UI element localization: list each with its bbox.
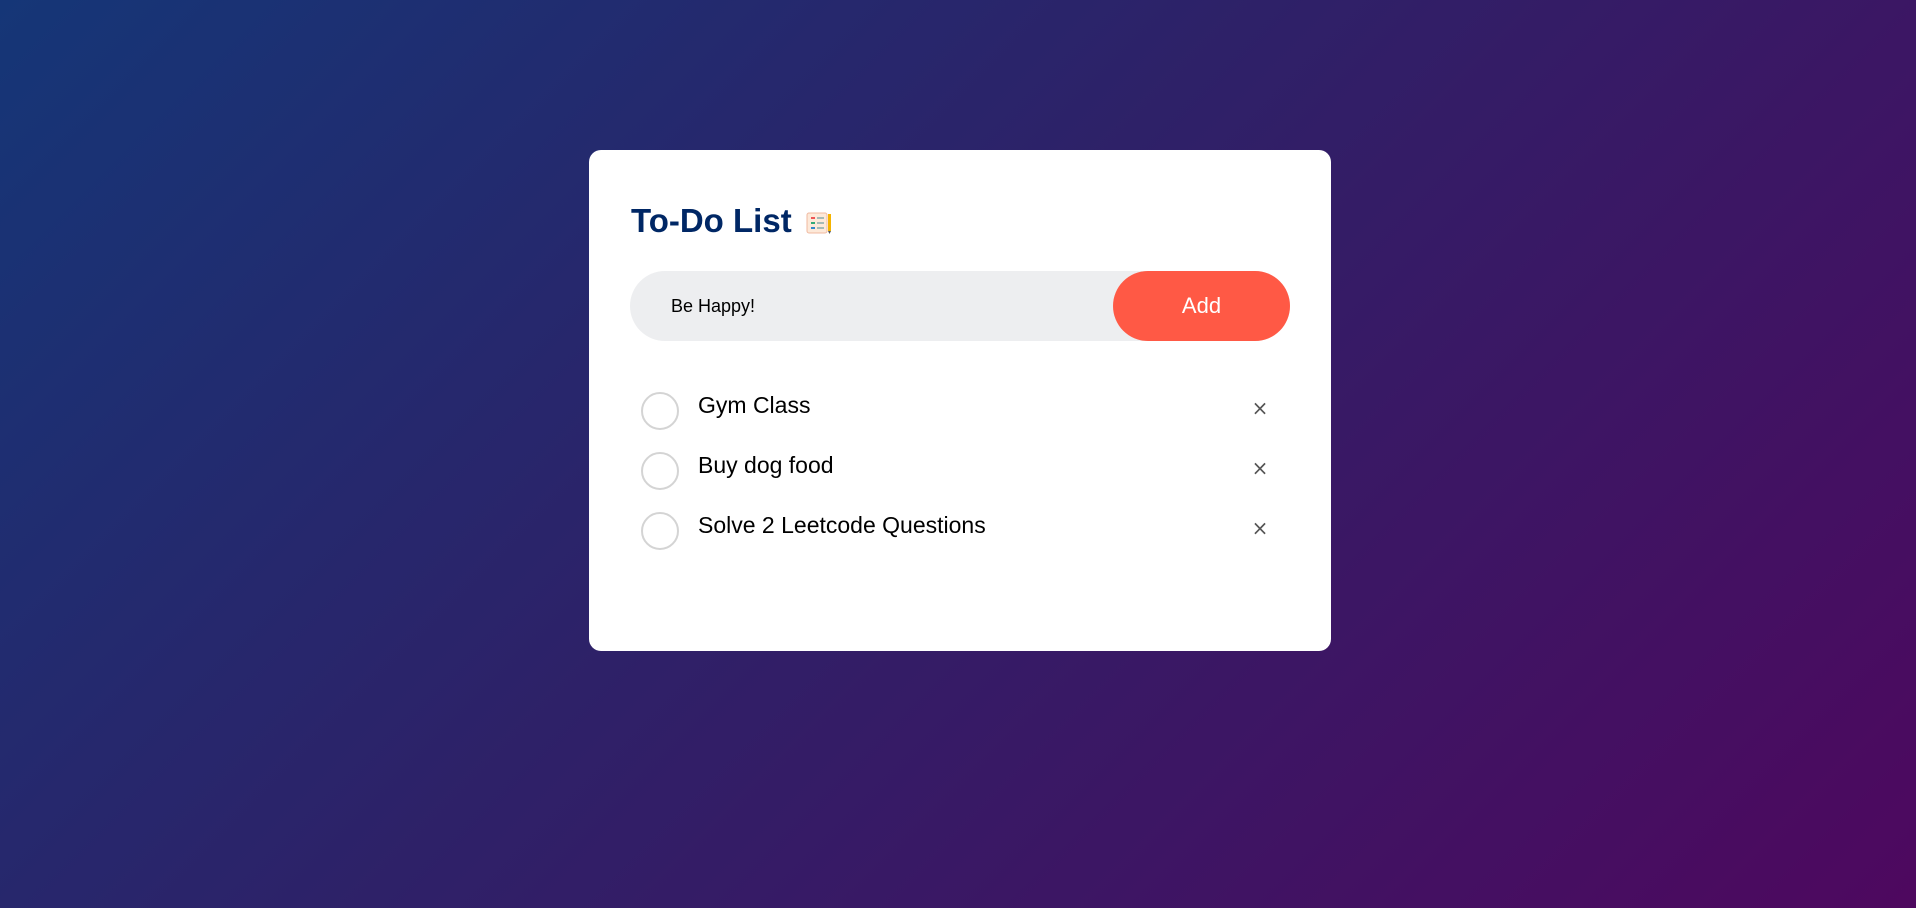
list-item[interactable]: Buy dog food × <box>630 440 1290 500</box>
task-label: Buy dog food <box>698 452 834 478</box>
notepad-icon <box>806 211 832 235</box>
page-title: To-Do List <box>631 202 792 239</box>
list-item[interactable]: Solve 2 Leetcode Questions × <box>630 500 1290 560</box>
unchecked-circle-icon[interactable] <box>641 452 679 490</box>
task-input[interactable] <box>630 270 1113 342</box>
task-label: Gym Class <box>698 392 811 418</box>
unchecked-circle-icon[interactable] <box>641 392 679 430</box>
close-icon[interactable]: × <box>1248 456 1272 480</box>
close-icon[interactable]: × <box>1248 516 1272 540</box>
task-list: Gym Class × Buy dog food × Solve 2 Leetc… <box>630 380 1290 560</box>
list-item[interactable]: Gym Class × <box>630 380 1290 440</box>
close-icon[interactable]: × <box>1248 396 1272 420</box>
add-button[interactable]: Add <box>1113 271 1290 341</box>
task-input-row: Add <box>630 270 1290 342</box>
unchecked-circle-icon[interactable] <box>641 512 679 550</box>
todo-card: To-Do List Add Gym Class × <box>589 150 1331 651</box>
title-row: To-Do List <box>631 202 832 240</box>
task-label: Solve 2 Leetcode Questions <box>698 512 986 538</box>
